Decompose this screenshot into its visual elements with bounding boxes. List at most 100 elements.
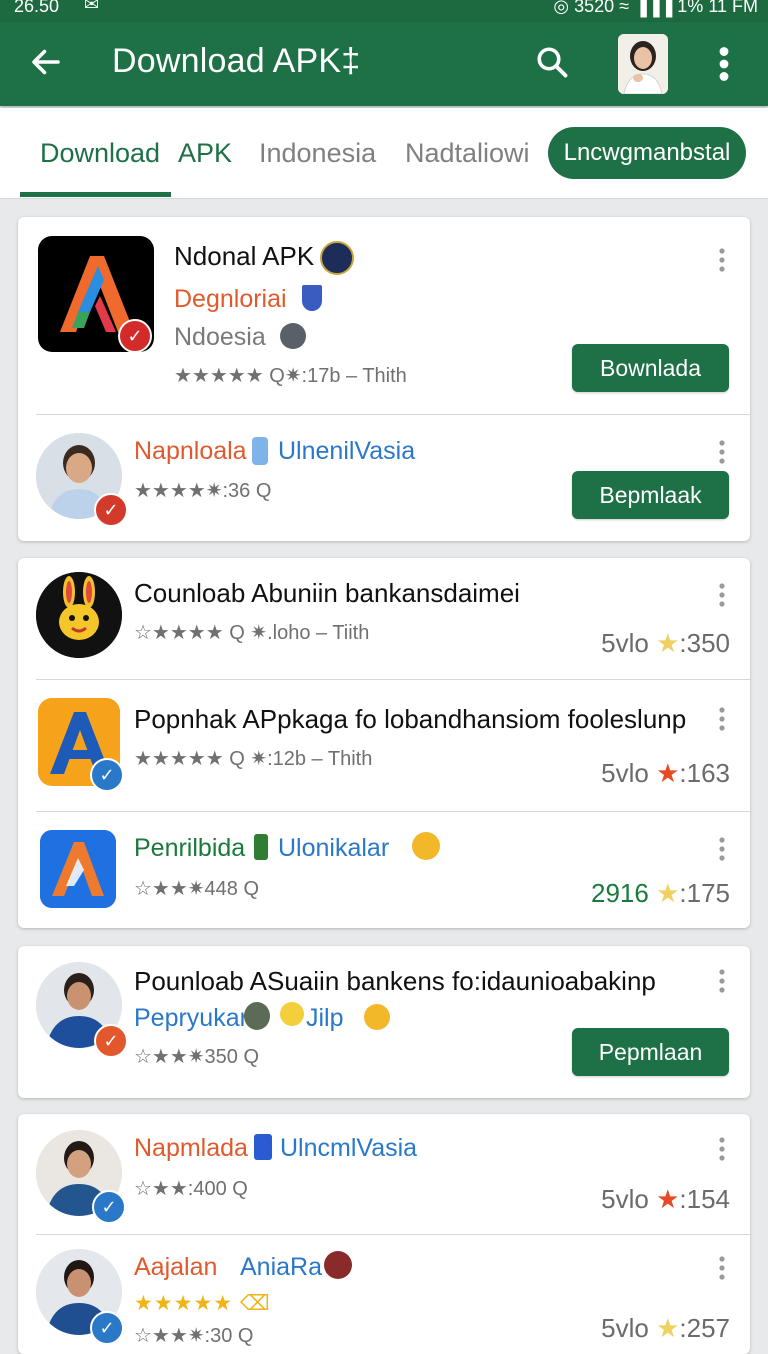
verified-badge-icon: ✓ [90,758,124,792]
star-icon: ★ [656,1313,680,1343]
rating-value: :257 [679,1313,730,1343]
search-icon[interactable] [534,44,570,80]
verified-badge-icon: ✓ [92,1190,126,1224]
list-item[interactable]: ✓ Ndonal APK Degnloriai Ndoesia ★★★★★ Q✷… [18,217,750,414]
item-menu-icon[interactable] [718,968,726,994]
back-arrow-icon[interactable] [28,44,64,80]
app-meta: ☆★★✷448 Q [134,878,260,900]
status-time: 26.50 [14,0,60,16]
app-meta-secondary: ☆★★✷:30 Q [134,1325,254,1347]
app-subtitle: UlncmlVasia [280,1134,418,1162]
emoji-icon [324,1251,352,1279]
app-developer: Degnloriai [174,285,287,313]
item-menu-icon[interactable] [718,1255,726,1281]
tab-download[interactable]: Download [40,138,160,169]
app-title: Ndonal APK [174,241,315,271]
list-item[interactable]: Penrilbida Ulonikalar ☆★★✷448 Q 2916 ★:1… [18,812,750,928]
app-title: Counloab Abuniin bankansdaimei [134,578,520,608]
verified-badge-icon: ✓ [118,319,152,353]
app-title: Penrilbida [134,834,246,862]
rating-value: :163 [679,758,730,788]
star-icon: ★ [656,878,680,908]
app-meta: ☆★★✷350 Q [134,1046,260,1068]
rating-prefix: 5vlo [601,1184,649,1214]
tab-apk[interactable]: APK [178,138,232,169]
avatar-small-icon [280,323,306,349]
app-meta: ★★★★★ Q ✷:12b – Thith [134,748,373,770]
phone-icon [252,437,268,465]
emoji-icon [364,1004,390,1030]
app-meta: ★★★★★ ⌫ [134,1292,271,1315]
star-icon: ★ [656,1184,680,1214]
app-subtitle: AniaRa [240,1253,322,1281]
rating-prefix: 5vlo [601,628,649,658]
emoji-icon [412,832,440,860]
app-subtitle: UlnenilVasia [278,437,416,465]
app-card-4: ✓ Napmlada UlncmlVasia ☆★★:400 Q 5vlo ★:… [18,1114,750,1354]
app-developer: Pepryukar [134,1004,248,1032]
download-button[interactable]: Bownlada [572,344,729,392]
app-title: Aajalan [134,1253,218,1281]
phone-icon [254,1134,272,1160]
rating-readout: 2916 ★:175 [591,878,730,909]
app-meta: ☆★★:400 Q [134,1178,248,1200]
more-options-icon[interactable] [712,46,736,82]
item-menu-icon[interactable] [718,1136,726,1162]
tab-bar: Download APK Indonesia Nadtaliowi Lncwgm… [0,108,768,199]
list-item[interactable]: ✓ Napnloala UlnenilVasia ★★★★✷:36 Q Bepm… [18,415,750,541]
shield-icon [302,285,322,311]
star-icon: ★ [656,758,680,788]
item-menu-icon[interactable] [718,582,726,608]
rating-prefix: 2916 [591,878,649,908]
verified-badge-icon: ✓ [90,1311,124,1345]
tab-active-indicator [20,192,171,197]
download-button[interactable]: Bepmlaak [572,471,729,519]
tab-pill-button[interactable]: Lncwgmanbstal [548,127,746,179]
app-meta: ★★★★✷:36 Q [134,480,272,502]
app-card-2: Counloab Abuniin bankansdaimei ☆★★★★ Q ✷… [18,558,750,928]
download-button[interactable]: Pepmlaan [572,1028,729,1076]
person-avatar-icon [618,34,668,94]
rating-readout: 5vlo ★:257 [601,1313,730,1344]
rating-prefix: 5vlo [601,1313,649,1343]
app-meta: ★★★★★ Q✷:17b – Thith [174,365,407,387]
verified-badge-icon: ✓ [94,493,128,527]
bunny-mascot-icon [36,572,122,658]
app-meta: ☆★★★★ Q ✷.loho – Tiith [134,622,370,644]
tab-nadtaliowi[interactable]: Nadtaliowi [405,138,530,169]
rating-value: :350 [679,628,730,658]
app-card-3: ✓ Pounloab ASuaiin bankens fo:idaunioaba… [18,946,750,1098]
rating-readout: 5vlo ★:154 [601,1184,730,1215]
item-menu-icon[interactable] [718,836,726,862]
status-indicators: ◎ 3520 ≈ ▐▐▐ 1% 11 FM [553,0,758,16]
list-item[interactable]: Counloab Abuniin bankansdaimei ☆★★★★ Q ✷… [18,558,750,679]
rating-prefix: 5vlo [601,758,649,788]
item-menu-icon[interactable] [718,247,726,273]
app-logo-icon [40,830,116,908]
rating-readout: 5vlo ★:163 [601,758,730,789]
rating-value: :175 [679,878,730,908]
tab-indonesia[interactable]: Indonesia [259,138,376,169]
list-item[interactable]: ✓ Aajalan AniaRa ★★★★★ ⌫ ☆★★✷:30 Q 5vlo … [18,1235,750,1347]
status-bar: 26.50 ✉ ◎ 3520 ≈ ▐▐▐ 1% 11 FM [0,0,768,22]
rating-value: :154 [679,1184,730,1214]
smiley-icon [280,1002,304,1026]
app-title: Pounloab ASuaiin bankens fo:idaunioabaki… [134,966,656,996]
battery-icon [254,834,268,860]
app-title: Napmlada [134,1134,248,1162]
emblem-icon [320,241,354,275]
profile-avatar[interactable] [618,34,668,94]
app-tag: Jilp [306,1004,344,1032]
item-menu-icon[interactable] [718,706,726,732]
list-item[interactable]: ✓ Popnhak APpkaga fo lobandhansiom foole… [18,680,750,811]
app-card-1: ✓ Ndonal APK Degnloriai Ndoesia ★★★★★ Q✷… [18,217,750,541]
app-region: Ndoesia [174,323,266,351]
app-subtitle: Ulonikalar [278,834,390,862]
mail-icon: ✉ [84,0,100,14]
rating-readout: 5vlo ★:350 [601,628,730,659]
list-item[interactable]: ✓ Pounloab ASuaiin bankens fo:idaunioaba… [18,946,750,1098]
app-title: Popnhak APpkaga fo lobandhansiom foolesl… [134,704,687,734]
app-title: Napnloala [134,437,247,465]
item-menu-icon[interactable] [718,439,726,465]
list-item[interactable]: ✓ Napmlada UlncmlVasia ☆★★:400 Q 5vlo ★:… [18,1114,750,1234]
